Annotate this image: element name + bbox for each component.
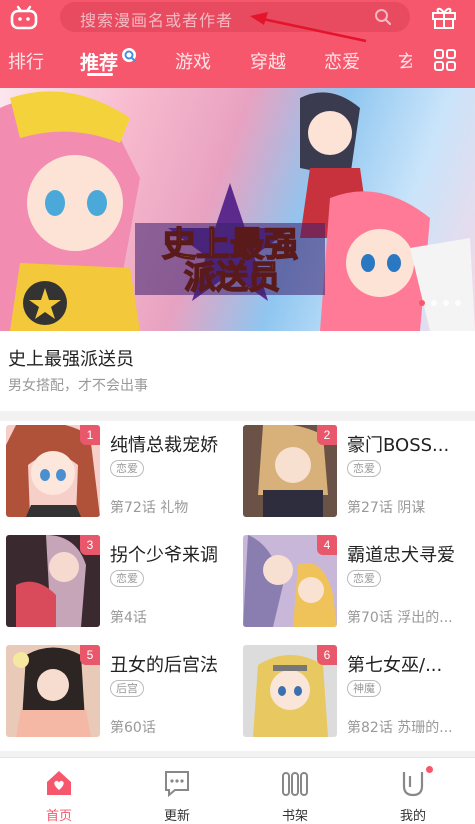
bookshelf-icon xyxy=(282,772,308,796)
tab-games[interactable]: 游戏 xyxy=(175,48,211,74)
banner-title: 史上最强派送员 xyxy=(8,349,134,370)
comic-card[interactable]: 6 第七女巫/... 神魔 第82话 苏珊的... xyxy=(237,641,474,751)
search-bar[interactable]: 搜索漫画名或者作者 xyxy=(60,2,410,32)
genre-tag: 后宫 xyxy=(110,680,144,697)
tab-time-travel[interactable]: 穿越 xyxy=(250,48,286,74)
game-icon[interactable] xyxy=(10,4,38,30)
comic-title: 纯情总裁宠娇 xyxy=(110,435,218,456)
nav-label: 书架 xyxy=(281,809,308,824)
category-tabs: 排行 推荐 游戏 穿越 恋爱 玄 xyxy=(0,40,475,82)
notification-dot xyxy=(426,766,433,773)
comic-ranking-grid: 1 纯情总裁宠娇 恋爱 第72话 礼物 2 豪门BOSS... 恋爱 第27话 … xyxy=(0,421,475,751)
nav-label: 首页 xyxy=(45,809,72,824)
comic-card[interactable]: 1 纯情总裁宠娇 恋爱 第72话 礼物 xyxy=(0,421,237,531)
gift-icon[interactable] xyxy=(431,4,457,30)
pagination-dot[interactable] xyxy=(419,300,425,306)
rank-badge: 5 xyxy=(80,645,100,665)
nav-bookshelf[interactable]: 书架 xyxy=(236,758,354,824)
latest-episode: 第27话 阴谋 xyxy=(347,500,426,516)
comic-cover: 5 xyxy=(6,645,100,737)
rank-badge: 3 xyxy=(80,535,100,555)
pagination-dot[interactable] xyxy=(431,300,437,306)
active-tab-indicator xyxy=(87,73,113,76)
nav-update[interactable]: 更新 xyxy=(118,758,236,824)
featured-banner[interactable]: 史上最强 派送员 xyxy=(0,88,475,331)
grid-icon[interactable] xyxy=(433,48,457,72)
comic-card[interactable]: 2 豪门BOSS... 恋爱 第27话 阴谋 xyxy=(237,421,474,531)
tab-fantasy[interactable]: 玄 xyxy=(398,48,412,74)
nav-home[interactable]: 首页 xyxy=(0,758,118,824)
latest-episode: 第4话 xyxy=(110,610,147,626)
update-icon xyxy=(165,771,189,798)
banner-subtitle: 男女搭配，才不会出事 xyxy=(8,378,148,394)
profile-icon xyxy=(402,772,424,797)
latest-episode: 第60话 xyxy=(110,720,156,736)
latest-episode: 第82话 苏珊的... xyxy=(347,720,453,736)
nav-label: 更新 xyxy=(163,809,190,824)
comic-cover: 2 xyxy=(243,425,337,517)
rank-badge: 4 xyxy=(317,535,337,555)
rank-badge: 1 xyxy=(80,425,100,445)
bottom-navigation: 首页 更新 书架 我的 xyxy=(0,757,475,824)
genre-tag: 神魔 xyxy=(347,680,381,697)
latest-episode: 第70话 浮出的... xyxy=(347,610,453,626)
top-bar: 搜索漫画名或者作者 排行 推荐 游戏 穿越 恋爱 玄 xyxy=(0,0,475,88)
rank-badge: 2 xyxy=(317,425,337,445)
banner-logo-line2: 派送员 xyxy=(184,258,280,296)
rank-badge: 6 xyxy=(317,645,337,665)
nav-profile[interactable]: 我的 xyxy=(354,758,472,824)
comic-cover: 1 xyxy=(6,425,100,517)
comic-cover: 3 xyxy=(6,535,100,627)
tab-romance[interactable]: 恋爱 xyxy=(324,48,360,74)
recommend-badge-icon xyxy=(122,48,136,62)
banner-pagination xyxy=(419,300,461,306)
genre-tag: 恋爱 xyxy=(110,460,144,477)
search-icon[interactable] xyxy=(374,8,392,26)
search-placeholder: 搜索漫画名或者作者 xyxy=(80,11,234,30)
comic-title: 第七女巫/... xyxy=(347,655,443,676)
home-icon xyxy=(47,771,71,795)
pagination-dot[interactable] xyxy=(443,300,449,306)
comic-title: 丑女的后宫法 xyxy=(110,655,218,676)
comic-card[interactable]: 5 丑女的后宫法 后宫 第60话 xyxy=(0,641,237,751)
comic-title: 豪门BOSS... xyxy=(347,435,450,456)
comic-card[interactable]: 4 霸道忠犬寻爱 恋爱 第70话 浮出的... xyxy=(237,531,474,641)
banner-info[interactable]: 史上最强派送员 男女搭配，才不会出事 xyxy=(0,331,475,411)
comic-card[interactable]: 3 拐个少爷来调 恋爱 第4话 xyxy=(0,531,237,641)
genre-tag: 恋爱 xyxy=(347,460,381,477)
comic-title: 霸道忠犬寻爱 xyxy=(347,545,455,566)
tab-recommend[interactable]: 推荐 xyxy=(80,48,118,75)
genre-tag: 恋爱 xyxy=(110,570,144,587)
tab-ranking[interactable]: 排行 xyxy=(8,48,44,74)
comic-cover: 4 xyxy=(243,535,337,627)
latest-episode: 第72话 礼物 xyxy=(110,500,189,516)
comic-cover: 6 xyxy=(243,645,337,737)
banner-artwork: 史上最强 派送员 xyxy=(0,91,475,331)
pagination-dot[interactable] xyxy=(455,300,461,306)
nav-label: 我的 xyxy=(399,809,426,824)
genre-tag: 恋爱 xyxy=(347,570,381,587)
comic-title: 拐个少爷来调 xyxy=(110,545,218,566)
